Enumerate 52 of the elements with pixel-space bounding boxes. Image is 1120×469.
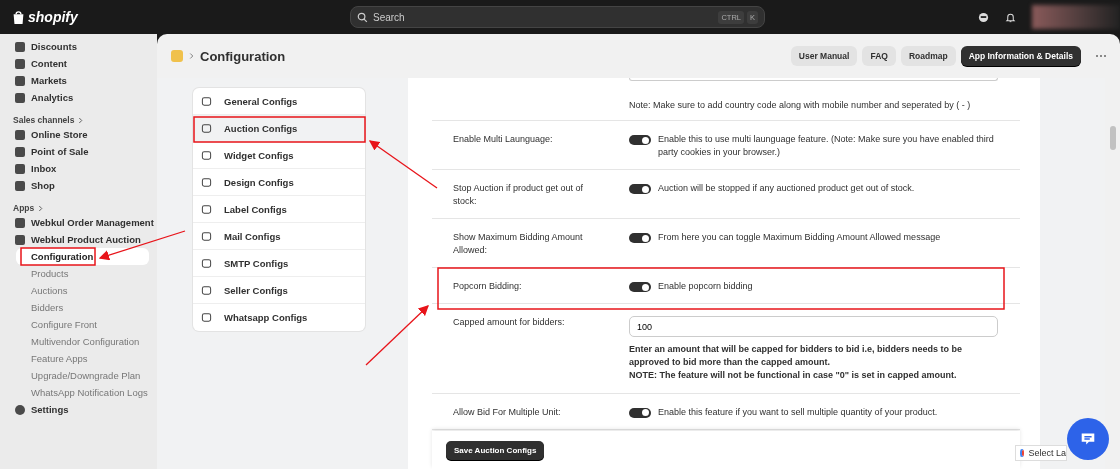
- sidebar-subitem[interactable]: Upgrade/Downgrade Plan: [24, 367, 149, 384]
- page-title: Configuration: [200, 48, 286, 64]
- help-text: Enter an amount that will be capped for bidders to bid i.e, bidders needs to be approved to bid more than the capped amount.: [629, 343, 964, 370]
- header-button[interactable]: FAQ: [862, 46, 896, 66]
- setting-label: Stop Auction if product get out of stock:: [453, 183, 584, 207]
- sidebar-item[interactable]: Webkul Product Auction: [0, 231, 157, 248]
- save-button[interactable]: Save Auction Configs: [446, 440, 545, 460]
- sidebar-item[interactable]: Markets: [0, 72, 157, 89]
- setting-label: Popcorn Bidding:: [453, 281, 522, 292]
- sidebar-subitem[interactable]: Auctions: [24, 282, 149, 299]
- menu-item[interactable]: Label Configs: [193, 196, 365, 223]
- sidebar-item[interactable]: Content: [0, 55, 157, 72]
- setting-label: Allow Bid For Multiple Unit:: [453, 406, 561, 417]
- sidebar-item[interactable]: Point of Sale: [0, 143, 157, 160]
- section-heading[interactable]: Sales channels: [13, 115, 75, 125]
- menu-item[interactable]: Whatsapp Configs: [193, 304, 365, 331]
- sidebar-subitem[interactable]: Configure Front: [24, 316, 149, 333]
- header-button[interactable]: User Manual: [790, 46, 858, 66]
- brand-name: shopify: [28, 9, 78, 25]
- help-text: NOTE: The feature will not be functional in case "0" is set in capped amount.: [629, 369, 958, 383]
- section-heading[interactable]: Apps: [13, 203, 35, 213]
- menu-item[interactable]: SMTP Configs: [193, 250, 365, 277]
- sidebar-subitem[interactable]: Feature Apps: [24, 350, 149, 367]
- sidebar-subitem[interactable]: WhatsApp Notification Logs: [24, 384, 149, 401]
- search-input[interactable]: Search: [373, 11, 714, 23]
- sidebar-item[interactable]: Inbox: [0, 160, 157, 177]
- sidebar-item[interactable]: Settings: [0, 401, 157, 418]
- note-text: Note: Make sure to add country code along with mobile number and seperated by ( - ): [629, 100, 971, 110]
- amount-field[interactable]: 100: [629, 316, 998, 338]
- sidebar-item[interactable]: Shop: [0, 177, 157, 194]
- header-button[interactable]: App Information & Details: [960, 46, 1081, 66]
- sidebar-item[interactable]: Online Store: [0, 126, 157, 143]
- setting-description: Enable this feature if you want to sell multiple quantity of your product.: [658, 405, 938, 419]
- menu-item[interactable]: Design Configs: [193, 169, 365, 196]
- sidebar-item[interactable]: Analytics: [0, 89, 157, 106]
- setting-description: Enable popcorn bidding: [658, 280, 753, 294]
- menu-item[interactable]: Mail Configs: [193, 223, 365, 250]
- header-button[interactable]: Roadmap: [900, 46, 956, 66]
- setting-label: Enable Multi Launguage:: [453, 134, 553, 145]
- setting-description: From here you can toggle Maximum Bidding Amount Allowed message: [658, 231, 941, 245]
- setting-label: Show Maximum Bidding Amount Allowed:: [453, 232, 583, 256]
- sidebar-subitem[interactable]: Bidders: [24, 299, 149, 316]
- sidebar-item[interactable]: Discounts: [0, 38, 157, 55]
- sidebar-item[interactable]: Webkul Order Management: [0, 214, 157, 231]
- setting-label: Capped amount for bidders:: [453, 317, 565, 328]
- setting-description: Auction will be stopped if any auctioned product get out of stock.: [658, 182, 915, 196]
- sidebar-subitem[interactable]: Products: [24, 265, 149, 282]
- sidebar-subitem[interactable]: Multivendor Configuration: [24, 333, 149, 350]
- menu-item[interactable]: Seller Configs: [193, 277, 365, 304]
- translate-widget[interactable]: Select La: [1015, 445, 1067, 461]
- setting-description: Enable this to use multi launguage feature. (Note: Make sure you have enabled third party cookies in your browser.): [658, 133, 995, 160]
- menu-item[interactable]: Widget Configs: [193, 142, 365, 169]
